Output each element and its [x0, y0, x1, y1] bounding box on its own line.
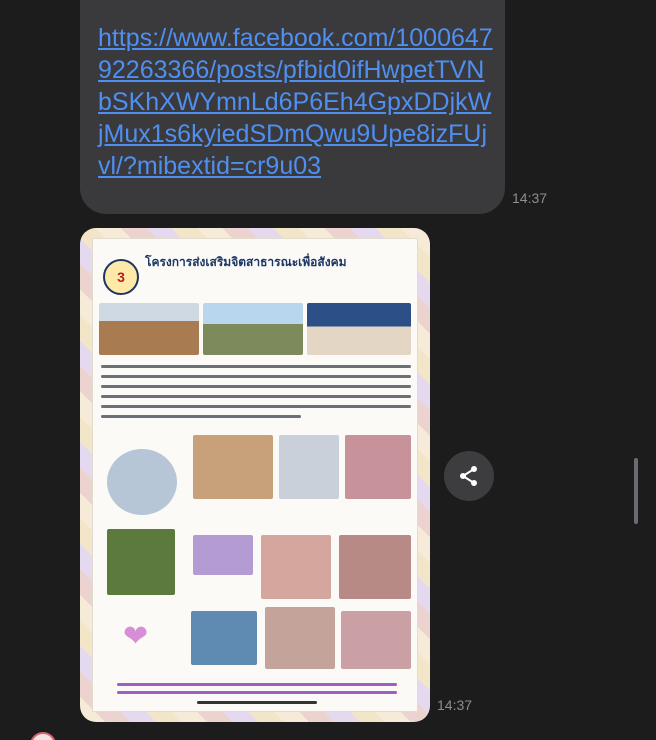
poster-text-line	[101, 405, 411, 408]
image-message[interactable]: 3 โครงการส่งเสริมจิตสาธารณะเพื่อสังคม ❤	[80, 228, 430, 722]
poster-photo	[107, 529, 175, 595]
poster-photo	[193, 435, 273, 499]
facebook-link[interactable]: https://www.facebook.com/100064792263366…	[98, 22, 493, 182]
poster-footer-line	[117, 683, 397, 686]
poster-footer-line	[197, 701, 317, 704]
poster-number-badge: 3	[103, 259, 139, 295]
poster-photo	[193, 535, 253, 575]
chat-thread: https://www.facebook.com/100064792263366…	[0, 0, 656, 740]
share-icon	[460, 466, 477, 486]
poster-photo	[203, 303, 303, 355]
poster-photo	[107, 449, 177, 515]
poster-photo	[261, 535, 331, 599]
link-message-bubble[interactable]: https://www.facebook.com/100064792263366…	[80, 0, 505, 214]
poster-text-line	[101, 375, 411, 378]
share-button[interactable]	[444, 451, 494, 501]
poster-text-line	[101, 385, 411, 388]
poster-text-line	[101, 415, 301, 418]
poster-photo	[265, 607, 335, 669]
heart-icon: ❤	[123, 620, 149, 653]
poster-photo	[99, 303, 199, 355]
scrollbar[interactable]	[634, 458, 638, 524]
avatar[interactable]	[30, 732, 56, 740]
message-timestamp: 14:37	[437, 697, 473, 713]
message-timestamp: 14:37	[512, 190, 548, 206]
poster-photo	[191, 611, 257, 665]
poster-photo	[341, 611, 411, 669]
poster-photo	[307, 303, 411, 355]
poster-title: โครงการส่งเสริมจิตสาธารณะเพื่อสังคม	[145, 255, 347, 269]
poster-photo	[279, 435, 339, 499]
poster-image: 3 โครงการส่งเสริมจิตสาธารณะเพื่อสังคม ❤	[92, 238, 418, 712]
poster-text-line	[101, 365, 411, 368]
poster-text-line	[101, 395, 411, 398]
poster-footer-line	[117, 691, 397, 694]
poster-photo	[345, 435, 411, 499]
poster-photo	[339, 535, 411, 599]
